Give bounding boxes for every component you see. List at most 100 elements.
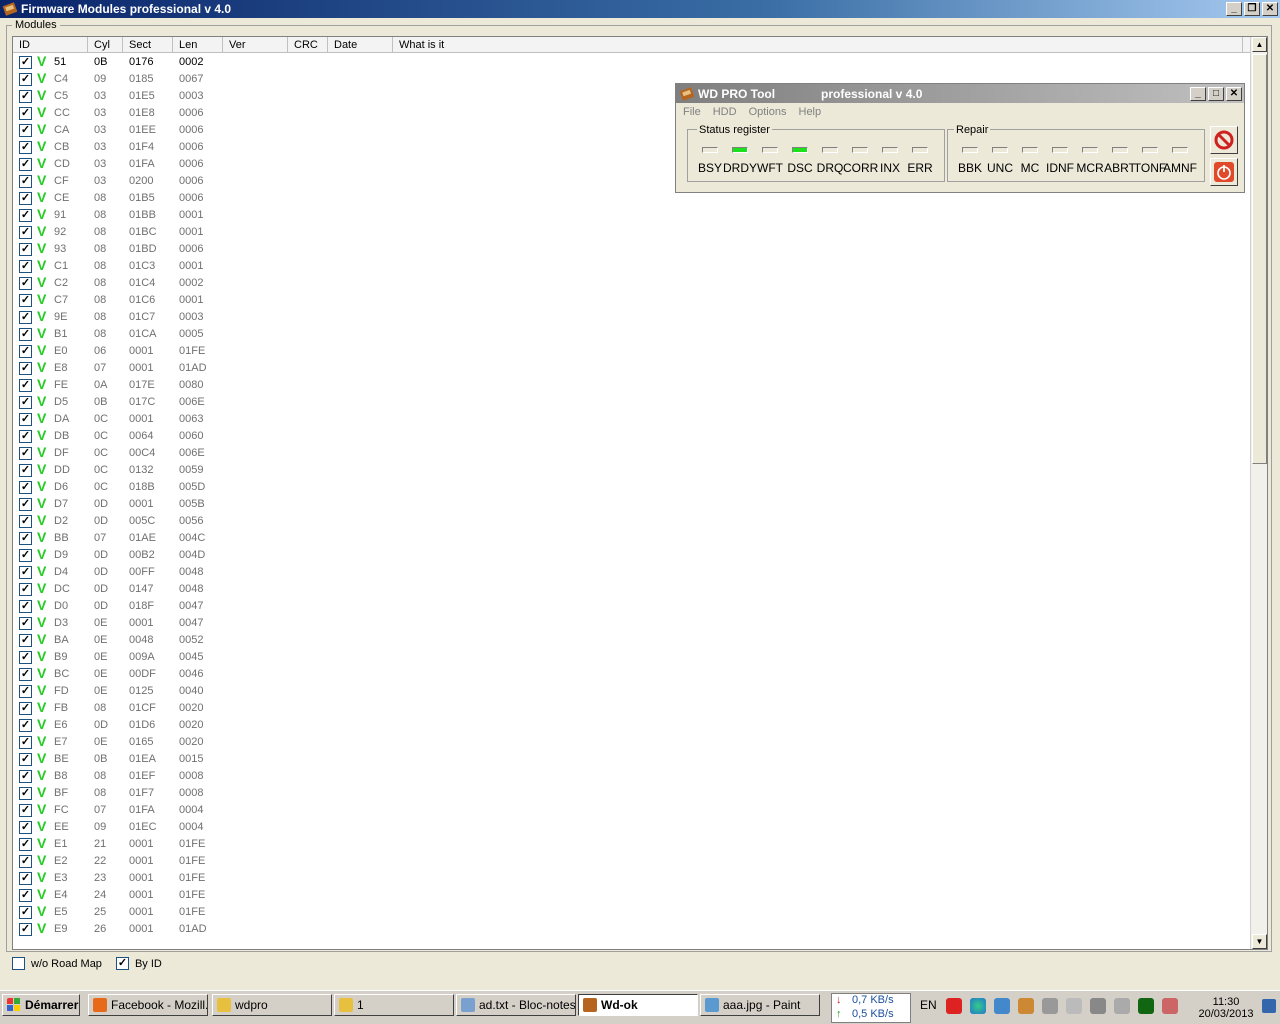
table-row[interactable]: ✓ V E1 21 0001 01FE (13, 835, 1251, 853)
column-header-date[interactable]: Date (328, 37, 393, 53)
table-row[interactable]: ✓ V D2 0D 005C 0056 (13, 512, 1251, 530)
browser-icon[interactable] (970, 998, 986, 1014)
table-row[interactable]: ✓ V FB 08 01CF 0020 (13, 699, 1251, 717)
row-checkbox[interactable]: ✓ (19, 311, 32, 324)
table-row[interactable]: ✓ V BA 0E 0048 0052 (13, 631, 1251, 649)
table-row[interactable]: ✓ V E9 26 0001 01AD (13, 920, 1251, 938)
table-row[interactable]: ✓ V E3 23 0001 01FE (13, 869, 1251, 887)
table-row[interactable]: ✓ V DB 0C 0064 0060 (13, 427, 1251, 445)
row-checkbox[interactable]: ✓ (19, 107, 32, 120)
row-checkbox[interactable]: ✓ (19, 668, 32, 681)
row-checkbox[interactable]: ✓ (19, 821, 32, 834)
row-checkbox[interactable]: ✓ (19, 158, 32, 171)
table-row[interactable]: ✓ V FC 07 01FA 0004 (13, 801, 1251, 819)
row-checkbox[interactable]: ✓ (19, 838, 32, 851)
row-checkbox[interactable]: ✓ (19, 855, 32, 868)
table-row[interactable]: ✓ V B1 08 01CA 0005 (13, 325, 1251, 343)
column-header-ver[interactable]: Ver (223, 37, 288, 53)
row-checkbox[interactable]: ✓ (19, 634, 32, 647)
wd-close-button[interactable]: ✕ (1226, 86, 1242, 101)
stop-button[interactable] (1210, 126, 1238, 154)
table-row[interactable]: ✓ V BF 08 01F7 0008 (13, 784, 1251, 802)
column-header-sect[interactable]: Sect (123, 37, 173, 53)
table-row[interactable]: ✓ V D9 0D 00B2 004D (13, 546, 1251, 564)
row-checkbox[interactable]: ✓ (19, 923, 32, 936)
table-row[interactable]: ✓ V DA 0C 0001 0063 (13, 410, 1251, 428)
row-checkbox[interactable]: ✓ (19, 498, 32, 511)
by-id-checkbox[interactable]: ✓ (115, 957, 129, 970)
by-id-option[interactable]: ✓ By ID (115, 957, 162, 970)
menu-help[interactable]: Help (799, 106, 822, 118)
row-checkbox[interactable]: ✓ (19, 787, 32, 800)
table-row[interactable]: ✓ V FD 0E 0125 0040 (13, 682, 1251, 700)
vertical-scrollbar[interactable]: ▲ ▼ (1250, 37, 1267, 949)
row-checkbox[interactable]: ✓ (19, 396, 32, 409)
row-checkbox[interactable]: ✓ (19, 464, 32, 477)
table-row[interactable]: ✓ V BB 07 01AE 004C (13, 529, 1251, 547)
table-row[interactable]: ✓ V C2 08 01C4 0002 (13, 274, 1251, 292)
table-row[interactable]: ✓ V 9E 08 01C7 0003 (13, 308, 1251, 326)
column-header-crc[interactable]: CRC (288, 37, 328, 53)
row-checkbox[interactable]: ✓ (19, 362, 32, 375)
restore-button[interactable]: ❐ (1244, 2, 1260, 16)
start-button[interactable]: Démarrer (2, 994, 80, 1016)
row-checkbox[interactable]: ✓ (19, 566, 32, 579)
table-row[interactable]: ✓ V E8 07 0001 01AD (13, 359, 1251, 377)
row-checkbox[interactable]: ✓ (19, 583, 32, 596)
row-checkbox[interactable]: ✓ (19, 481, 32, 494)
row-checkbox[interactable]: ✓ (19, 141, 32, 154)
security-icon[interactable] (1162, 998, 1178, 1014)
table-row[interactable]: ✓ V D5 0B 017C 006E (13, 393, 1251, 411)
row-checkbox[interactable]: ✓ (19, 345, 32, 358)
row-checkbox[interactable]: ✓ (19, 447, 32, 460)
row-checkbox[interactable]: ✓ (19, 430, 32, 443)
shield-icon[interactable] (946, 998, 962, 1014)
row-checkbox[interactable]: ✓ (19, 515, 32, 528)
row-checkbox[interactable]: ✓ (19, 175, 32, 188)
table-row[interactable]: ✓ V D6 0C 018B 005D (13, 478, 1251, 496)
taskbar-item[interactable]: ad.txt - Bloc-notes (456, 994, 576, 1016)
table-row[interactable]: ✓ V DC 0D 0147 0048 (13, 580, 1251, 598)
row-checkbox[interactable]: ✓ (19, 209, 32, 222)
menu-options[interactable]: Options (749, 106, 787, 118)
row-checkbox[interactable]: ✓ (19, 906, 32, 919)
table-row[interactable]: ✓ V E2 22 0001 01FE (13, 852, 1251, 870)
table-row[interactable]: ✓ V BE 0B 01EA 0015 (13, 750, 1251, 768)
row-checkbox[interactable]: ✓ (19, 260, 32, 273)
device-icon[interactable] (1090, 998, 1106, 1014)
row-checkbox[interactable]: ✓ (19, 617, 32, 630)
table-row[interactable]: ✓ V DD 0C 0132 0059 (13, 461, 1251, 479)
settings-icon[interactable] (1042, 998, 1058, 1014)
row-checkbox[interactable]: ✓ (19, 685, 32, 698)
table-row[interactable]: ✓ V B8 08 01EF 0008 (13, 767, 1251, 785)
row-checkbox[interactable]: ✓ (19, 413, 32, 426)
column-header-id[interactable]: ID (13, 37, 88, 53)
wd-titlebar[interactable]: WD PRO Tool professional v 4.0 _ □ ✕ (676, 84, 1244, 103)
language-indicator[interactable]: EN (920, 998, 937, 1012)
row-checkbox[interactable]: ✓ (19, 124, 32, 137)
wd-pro-tool-window[interactable]: WD PRO Tool professional v 4.0 _ □ ✕ Fil… (675, 83, 1245, 193)
table-row[interactable]: ✓ V D4 0D 00FF 0048 (13, 563, 1251, 581)
table-row[interactable]: ✓ V 93 08 01BD 0006 (13, 240, 1251, 258)
scroll-thumb[interactable] (1252, 54, 1267, 464)
row-checkbox[interactable]: ✓ (19, 90, 32, 103)
table-row[interactable]: ✓ V C1 08 01C3 0001 (13, 257, 1251, 275)
column-header-cyl[interactable]: Cyl (88, 37, 123, 53)
table-row[interactable]: ✓ V DF 0C 00C4 006E (13, 444, 1251, 462)
menu-file[interactable]: File (683, 106, 701, 118)
row-checkbox[interactable]: ✓ (19, 804, 32, 817)
column-header-len[interactable]: Len (173, 37, 223, 53)
table-row[interactable]: ✓ V B9 0E 009A 0045 (13, 648, 1251, 666)
taskbar-item[interactable]: Facebook - Mozill... (88, 994, 208, 1016)
table-row[interactable]: ✓ V D0 0D 018F 0047 (13, 597, 1251, 615)
row-checkbox[interactable]: ✓ (19, 56, 32, 69)
row-checkbox[interactable]: ✓ (19, 549, 32, 562)
row-checkbox[interactable]: ✓ (19, 753, 32, 766)
row-checkbox[interactable]: ✓ (19, 736, 32, 749)
table-row[interactable]: ✓ V D3 0E 0001 0047 (13, 614, 1251, 632)
row-checkbox[interactable]: ✓ (19, 702, 32, 715)
table-row[interactable]: ✓ V C7 08 01C6 0001 (13, 291, 1251, 309)
minimize-button[interactable]: _ (1226, 2, 1242, 16)
monitor-icon[interactable] (1138, 998, 1154, 1014)
row-checkbox[interactable]: ✓ (19, 651, 32, 664)
